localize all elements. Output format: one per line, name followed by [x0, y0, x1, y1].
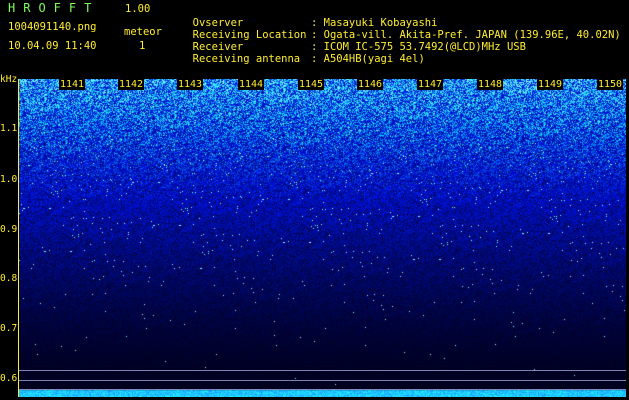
frequency-axis-label: 1.1: [0, 123, 18, 134]
info-label: Receiving antenna: [192, 53, 301, 65]
time-mark: 1143: [177, 79, 204, 90]
frequency-axis-label: 0.6: [0, 373, 18, 384]
time-mark: 1147: [417, 79, 444, 90]
info-colon: :: [304, 53, 324, 65]
header-title: HROFFT: [8, 1, 100, 15]
reference-line: [18, 389, 626, 390]
spectrogram: [18, 79, 626, 397]
info-value: A504HB(yagi 4el): [323, 53, 425, 65]
time-mark: 1142: [118, 79, 145, 90]
time-mark: 1150: [597, 79, 624, 90]
meteor-count: 1: [139, 40, 146, 52]
reference-line: [18, 370, 626, 371]
meteor-label: meteor: [124, 26, 162, 38]
frequency-axis-label: 0.8: [0, 273, 18, 284]
info-row: Receiving antenna : A504HB(yagi 4el): [180, 41, 425, 65]
time-mark: 1141: [59, 79, 86, 90]
frequency-axis-label: 0.9: [0, 224, 18, 235]
header-datetime: 10.04.09 11:40: [8, 40, 97, 52]
header-filename: 1004091140.png: [8, 21, 97, 33]
time-mark: 1145: [298, 79, 325, 90]
frequency-axis-label: 1.0: [0, 174, 18, 185]
frequency-axis-unit: kHz: [0, 74, 18, 85]
time-mark: 1149: [537, 79, 564, 90]
frequency-axis-label: 0.7: [0, 323, 18, 334]
time-mark: 1144: [238, 79, 265, 90]
header-version: 1.00: [125, 3, 151, 15]
reference-line: [18, 380, 626, 381]
time-mark: 1148: [477, 79, 504, 90]
time-mark: 1146: [357, 79, 384, 90]
axis-line: [18, 79, 19, 397]
